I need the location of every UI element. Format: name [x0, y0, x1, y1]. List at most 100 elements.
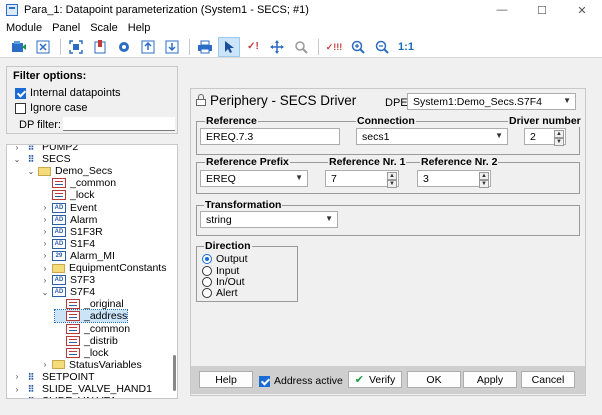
- apply-button[interactable]: Apply: [463, 371, 517, 388]
- checkbox-checked-icon: [15, 87, 26, 99]
- zoom-out-button[interactable]: [371, 37, 393, 57]
- tree-item[interactable]: ›⠿ SLIDE_VALVE1: [13, 395, 117, 398]
- search-button[interactable]: [290, 37, 312, 57]
- tree-item[interactable]: › AD Alarm: [41, 214, 98, 226]
- spin-down-icon[interactable]: ▼: [479, 180, 489, 188]
- tree-item-label: _address: [84, 310, 128, 323]
- pointer-button[interactable]: [218, 36, 240, 57]
- dpe-combo[interactable]: System1:Demo_Secs.S7F4 ▼: [407, 93, 576, 110]
- menu-scale[interactable]: Scale: [85, 22, 123, 34]
- export-button[interactable]: [137, 37, 159, 57]
- tree-item[interactable]: › AD S7F3: [41, 274, 95, 286]
- tree-item[interactable]: _original: [55, 298, 124, 310]
- tree-item[interactable]: _common: [41, 177, 116, 189]
- tree-item[interactable]: › ⠿ PUMP2: [13, 144, 79, 153]
- chevron-right-icon[interactable]: ›: [13, 397, 21, 398]
- tree-item[interactable]: ⌄ AD S7F4: [41, 286, 95, 298]
- address-active-checkbox[interactable]: Address active: [259, 375, 343, 387]
- spin-buttons[interactable]: ▲ ▼: [387, 172, 397, 188]
- chevron-right-icon[interactable]: ›: [41, 264, 49, 273]
- minimize-button[interactable]: —: [482, 0, 522, 20]
- alert-filter-button[interactable]: ✓!!!: [323, 37, 345, 57]
- direction-alert-label: Alert: [216, 287, 238, 299]
- verify-button[interactable]: ✔ Verify: [348, 371, 402, 388]
- tree-item[interactable]: › ⠿ SLIDE_VALVE_HAND1: [13, 383, 152, 395]
- reference-prefix-combo[interactable]: EREQ ▼: [200, 170, 308, 187]
- close-button[interactable]: ✕: [562, 0, 602, 20]
- tree-scrollbar[interactable]: [173, 355, 176, 391]
- tree-item[interactable]: _address: [53, 309, 129, 324]
- chevron-down-icon[interactable]: ⌄: [41, 288, 49, 297]
- menu-help[interactable]: Help: [123, 22, 156, 34]
- tree-item[interactable]: › AD Event: [41, 202, 97, 214]
- tree-item[interactable]: › 29 Alarm_MI: [41, 250, 115, 262]
- dp-filter-input[interactable]: [63, 117, 175, 131]
- tree-item[interactable]: ⌄ Demo_Secs: [27, 165, 113, 177]
- driver-number-spinbox[interactable]: 2 ▲ ▼: [524, 128, 566, 146]
- connection-combo[interactable]: secs1 ▼: [356, 128, 508, 145]
- spin-down-icon[interactable]: ▼: [554, 138, 564, 146]
- tree-item[interactable]: _lock: [41, 189, 95, 201]
- tree-item[interactable]: › AD S1F4: [41, 238, 95, 250]
- chevron-right-icon[interactable]: ›: [41, 276, 49, 285]
- close-panel-button[interactable]: [32, 37, 54, 57]
- cancel-button[interactable]: Cancel: [521, 371, 575, 388]
- chevron-down-icon: ▼: [563, 96, 571, 105]
- print-button[interactable]: [194, 37, 216, 57]
- zoom-in-button[interactable]: [347, 37, 369, 57]
- filter-options-title: Filter options:: [13, 70, 87, 82]
- chevron-right-icon[interactable]: ›: [41, 227, 49, 236]
- spin-buttons[interactable]: ▲ ▼: [479, 172, 489, 188]
- tree-item[interactable]: › StatusVariables: [41, 359, 142, 371]
- tree-item[interactable]: › AD S1F3R: [41, 226, 103, 238]
- direction-output-radio[interactable]: Output: [202, 253, 248, 265]
- spin-up-icon[interactable]: ▲: [387, 172, 397, 180]
- spin-down-icon[interactable]: ▼: [387, 180, 397, 188]
- zoom-reset-button[interactable]: 1:1: [395, 37, 417, 57]
- direction-alert-radio[interactable]: Alert: [202, 287, 238, 299]
- maximize-button[interactable]: ☐: [522, 0, 562, 20]
- open-button[interactable]: [8, 37, 30, 57]
- menu-panel[interactable]: Panel: [47, 22, 85, 34]
- chevron-right-icon[interactable]: ›: [13, 145, 21, 152]
- chevron-right-icon[interactable]: ›: [13, 372, 21, 381]
- tree-item[interactable]: _distrib: [55, 335, 118, 347]
- reference-button[interactable]: [89, 37, 111, 57]
- ignore-case-checkbox[interactable]: Ignore case: [15, 102, 87, 114]
- reference-value: EREQ.7.3: [206, 130, 254, 143]
- tree-item[interactable]: › ⠿ SETPOINT: [13, 371, 95, 383]
- reference-nr1-spinbox[interactable]: 7 ▲ ▼: [325, 170, 399, 188]
- chevron-right-icon[interactable]: ›: [41, 203, 49, 212]
- menu-module[interactable]: Module: [0, 22, 47, 34]
- settings-button[interactable]: [113, 37, 135, 57]
- internal-datapoints-checkbox[interactable]: Internal datapoints: [15, 87, 121, 99]
- move-button[interactable]: [266, 37, 288, 57]
- spin-up-icon[interactable]: ▲: [554, 130, 564, 138]
- tree-item-label: PUMP2: [42, 144, 79, 153]
- help-button[interactable]: Help: [199, 371, 253, 388]
- chevron-right-icon[interactable]: ›: [41, 215, 49, 224]
- tree-item[interactable]: ⌄ ⠿ SECS: [13, 153, 71, 165]
- settings-icon: [119, 41, 129, 52]
- tree-item[interactable]: _common: [55, 323, 130, 335]
- tree-item[interactable]: _lock: [55, 347, 109, 359]
- reference-input[interactable]: EREQ.7.3: [200, 128, 340, 145]
- import-button[interactable]: [161, 37, 183, 57]
- alarm-button[interactable]: ✓!: [242, 37, 264, 57]
- chevron-right-icon[interactable]: ›: [13, 385, 21, 394]
- tree-item-label: _original: [84, 298, 124, 311]
- tree-item[interactable]: › EquipmentConstants: [41, 262, 167, 274]
- chevron-right-icon[interactable]: ›: [41, 251, 49, 260]
- spin-up-icon[interactable]: ▲: [479, 172, 489, 180]
- transformation-combo[interactable]: string ▼: [200, 211, 338, 228]
- chevron-down-icon[interactable]: ⌄: [27, 167, 35, 176]
- reference-nr2-spinbox[interactable]: 3 ▲ ▼: [417, 170, 491, 188]
- datapoint-tree[interactable]: › ⠿ PUMP2 ⌄ ⠿ SECS ⌄ Demo_Secs _common _lock › AD Ev…: [6, 144, 178, 399]
- ok-button[interactable]: OK: [407, 371, 461, 388]
- select-button[interactable]: [65, 37, 87, 57]
- filter-options-group: Filter options: Internal datapoints Igno…: [6, 66, 178, 134]
- chevron-right-icon[interactable]: ›: [41, 239, 49, 248]
- spin-buttons[interactable]: ▲ ▼: [554, 130, 564, 146]
- chevron-down-icon[interactable]: ⌄: [13, 155, 21, 164]
- chevron-right-icon[interactable]: ›: [41, 360, 49, 369]
